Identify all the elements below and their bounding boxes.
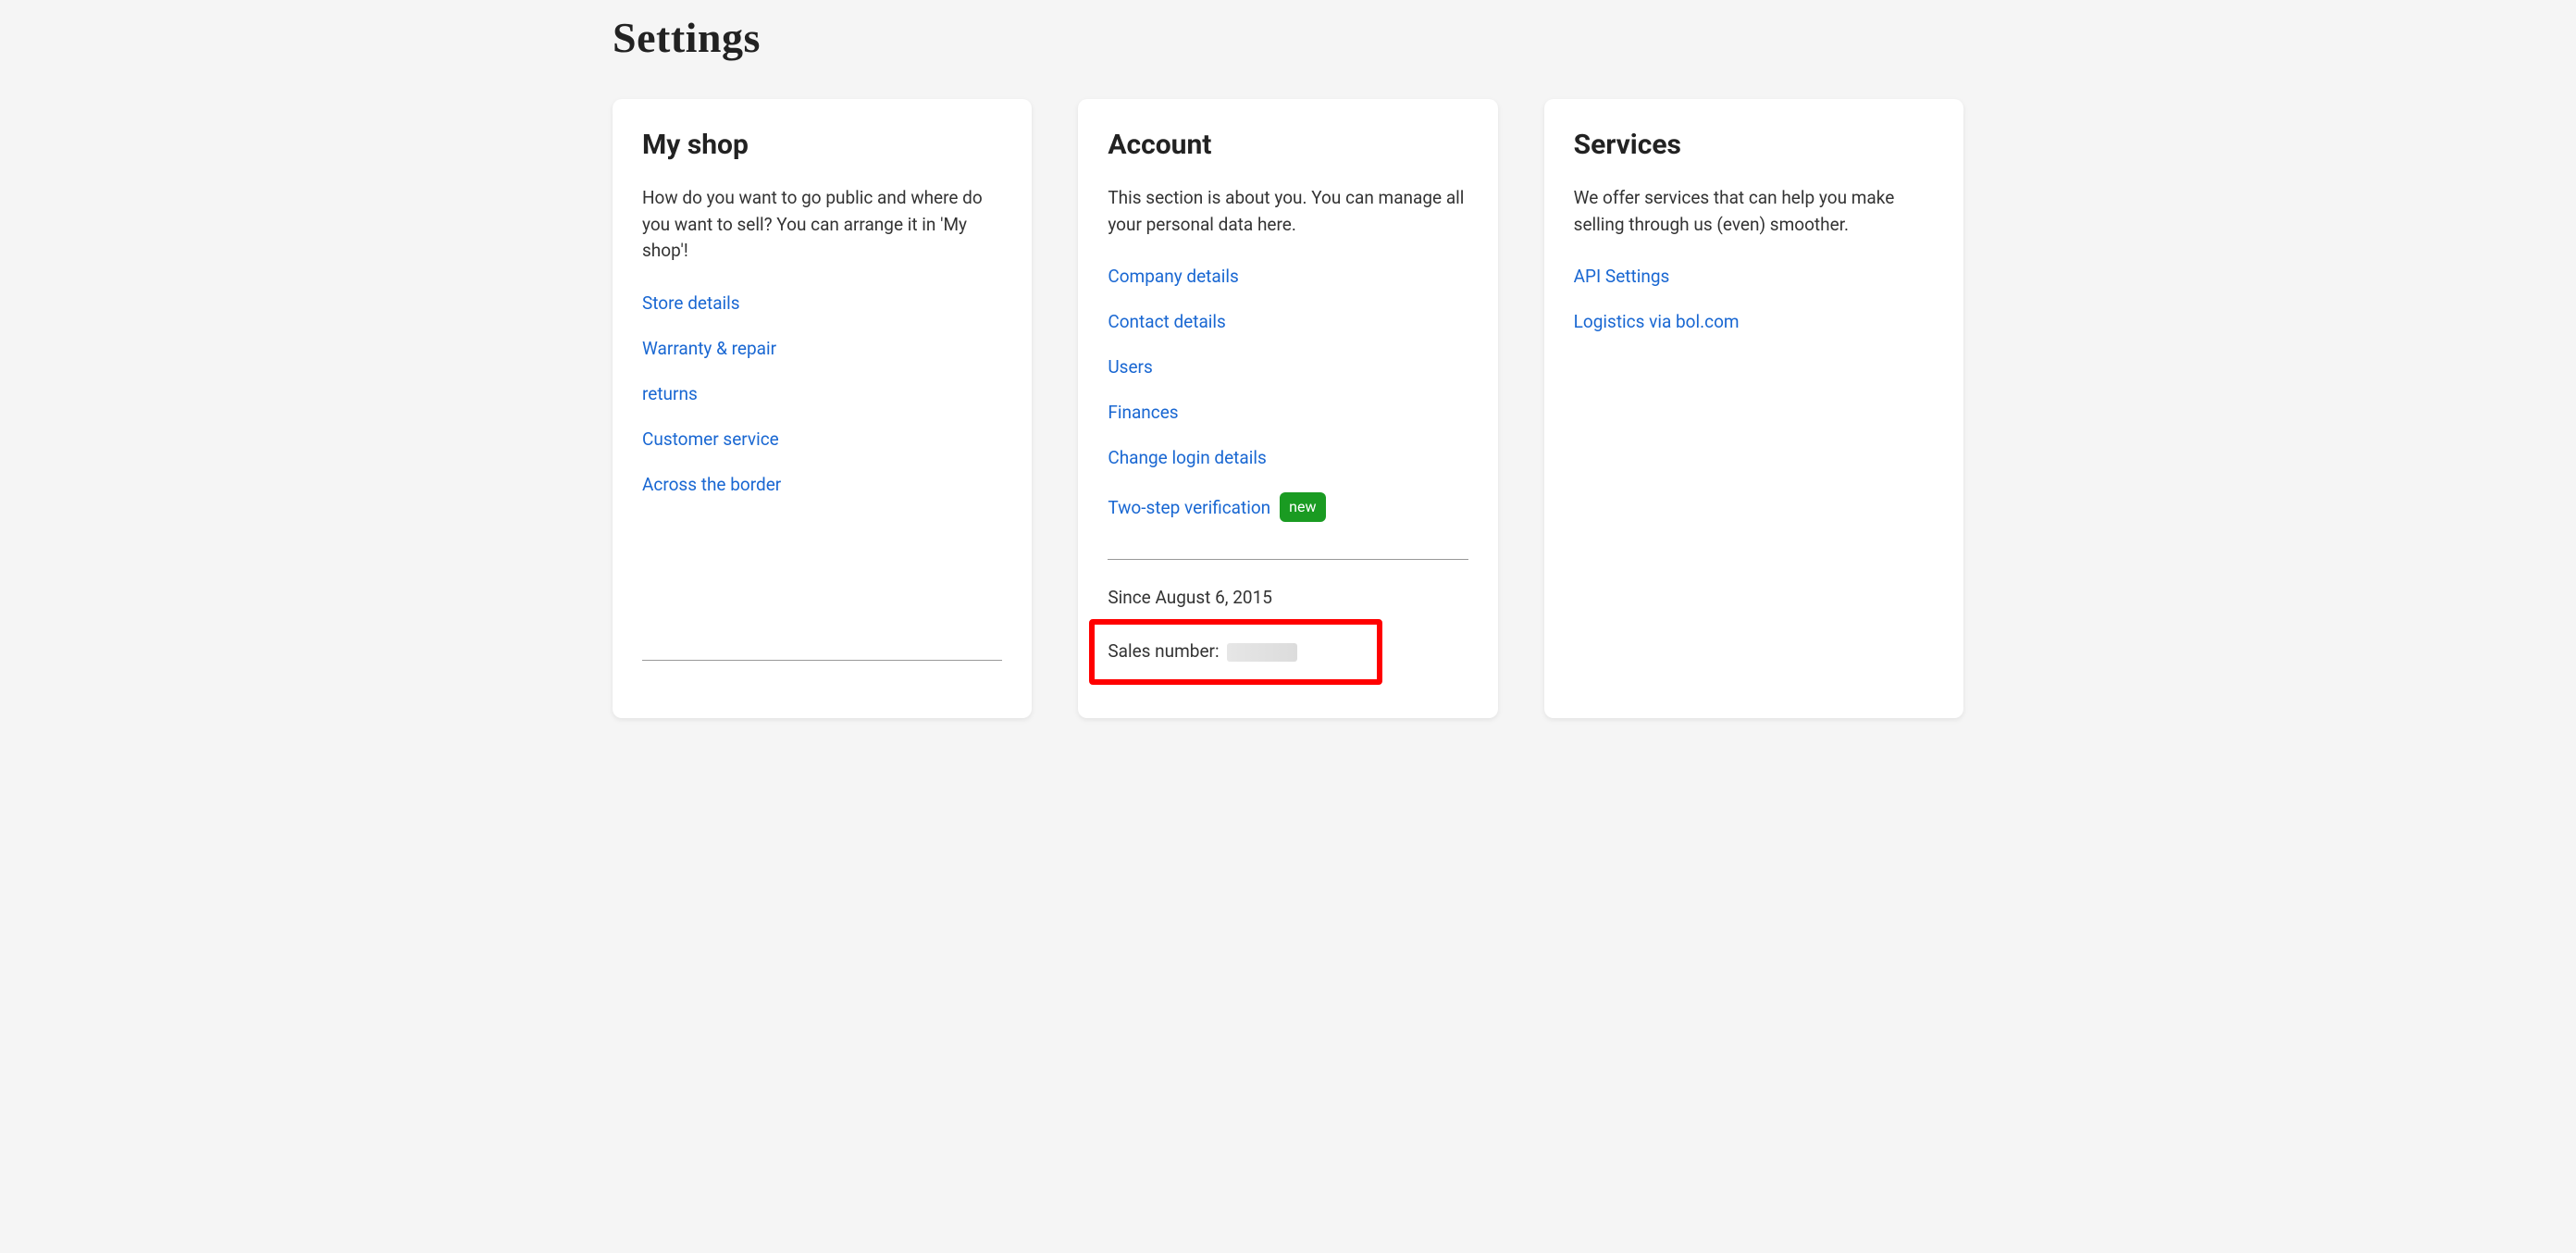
spacer <box>642 495 1002 623</box>
services-description: We offer services that can help you make… <box>1574 185 1934 238</box>
my-shop-description: How do you want to go public and where d… <box>642 185 1002 265</box>
my-shop-divider <box>642 660 1002 661</box>
link-users[interactable]: Users <box>1108 356 1152 378</box>
link-across-the-border[interactable]: Across the border <box>642 474 781 495</box>
sales-number-highlight: Sales number: <box>1089 619 1381 684</box>
link-api-settings[interactable]: API Settings <box>1574 266 1670 287</box>
sales-number-label: Sales number: <box>1108 638 1219 665</box>
link-warranty-repair[interactable]: Warranty & repair <box>642 338 776 359</box>
badge-new: new <box>1280 492 1325 522</box>
account-description: This section is about you. You can manag… <box>1108 185 1468 238</box>
link-two-step-verification[interactable]: Two-step verification <box>1108 497 1270 518</box>
account-since-text: Since August 6, 2015 <box>1108 584 1468 612</box>
my-shop-heading: My shop <box>642 129 1002 161</box>
account-meta: Since August 6, 2015 Sales number: <box>1108 584 1468 685</box>
card-account: Account This section is about you. You c… <box>1078 99 1497 718</box>
link-store-details[interactable]: Store details <box>642 292 740 314</box>
cards-grid: My shop How do you want to go public and… <box>613 99 1963 718</box>
link-contact-details[interactable]: Contact details <box>1108 311 1226 332</box>
page-title: Settings <box>613 13 1963 62</box>
my-shop-link-list: Store details Warranty & repair returns … <box>642 292 1002 495</box>
link-customer-service[interactable]: Customer service <box>642 428 779 450</box>
settings-page: Settings My shop How do you want to go p… <box>594 13 1982 774</box>
services-heading: Services <box>1574 129 1934 161</box>
link-change-login-details[interactable]: Change login details <box>1108 447 1266 468</box>
card-my-shop: My shop How do you want to go public and… <box>613 99 1032 718</box>
account-heading: Account <box>1108 129 1468 161</box>
card-services: Services We offer services that can help… <box>1544 99 1963 718</box>
link-finances[interactable]: Finances <box>1108 402 1178 423</box>
account-link-list: Company details Contact details Users Fi… <box>1108 266 1468 522</box>
link-logistics-via-bol[interactable]: Logistics via bol.com <box>1574 311 1740 332</box>
sales-number-value-redacted <box>1227 643 1297 662</box>
services-link-list: API Settings Logistics via bol.com <box>1574 266 1934 332</box>
link-company-details[interactable]: Company details <box>1108 266 1238 287</box>
account-divider <box>1108 559 1468 560</box>
link-returns[interactable]: returns <box>642 383 698 404</box>
